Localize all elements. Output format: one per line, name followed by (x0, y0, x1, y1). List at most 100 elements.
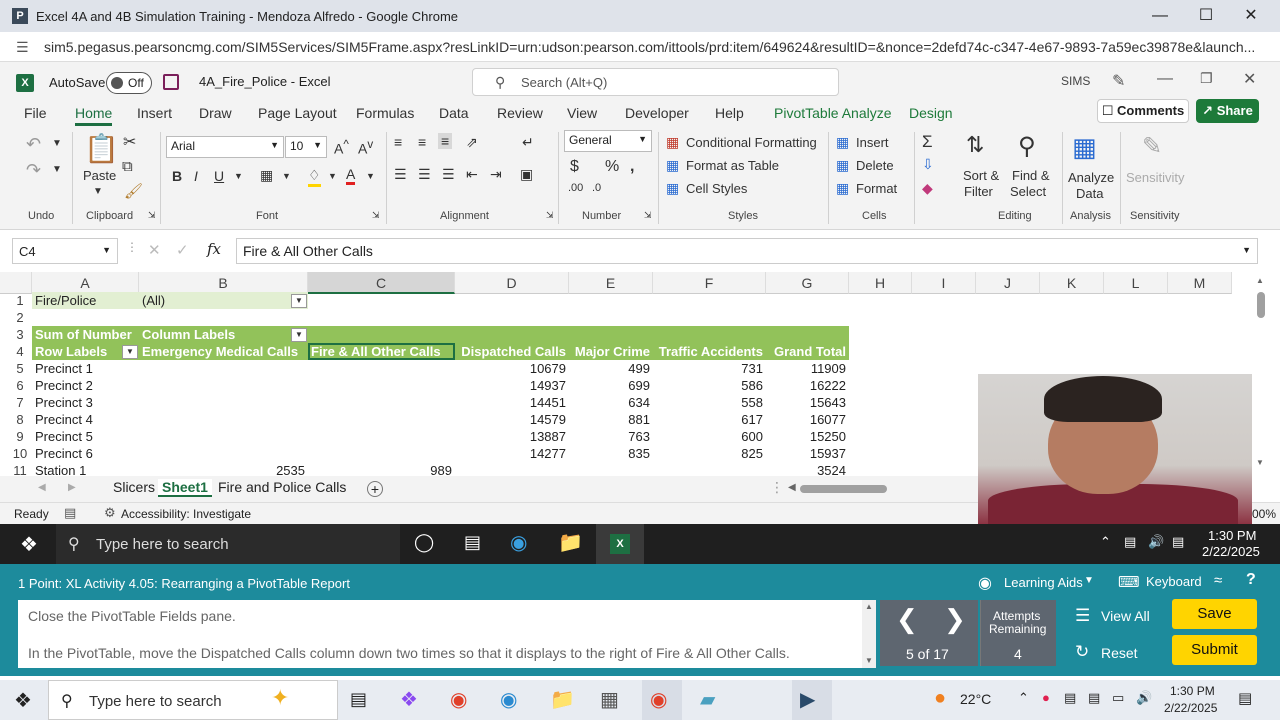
cell-traffic-accidents[interactable]: 617 (653, 411, 766, 428)
taskbar-search-input[interactable]: ⚲ Type here to search (56, 524, 400, 564)
find-select-button-line2[interactable]: Select (1010, 184, 1046, 199)
tab-help[interactable]: Help (715, 105, 744, 121)
cell-b1[interactable]: (All) (139, 292, 308, 309)
tab-file[interactable]: File (24, 105, 47, 121)
wrap-text-icon[interactable]: ↵ (522, 134, 534, 151)
edge-icon[interactable]: ◉ (510, 530, 527, 555)
tray-chevron-icon[interactable]: ⌃ (1018, 690, 1029, 706)
close-icon[interactable]: ✕ (1228, 0, 1274, 32)
file-explorer-icon[interactable]: 📁 (550, 687, 575, 712)
cell-fire-other[interactable] (308, 394, 455, 411)
analyze-data-button-line2[interactable]: Data (1076, 186, 1103, 201)
format-as-table-button[interactable]: Format as Table (686, 158, 779, 173)
learning-aids-button[interactable]: Learning Aids (1004, 575, 1083, 590)
submit-button[interactable]: Submit (1172, 635, 1257, 665)
horizontal-scrollbar-thumb[interactable] (800, 485, 887, 493)
sheet-tab-sheet1[interactable]: Sheet1 (158, 479, 212, 497)
cell-dispatched[interactable]: 13887 (455, 428, 569, 445)
sort-filter-icon[interactable]: ⇅ (966, 132, 984, 158)
redo-icon[interactable]: ↷ (26, 160, 41, 181)
name-box[interactable]: C4 ▼ (12, 238, 118, 264)
excel-taskbar-button[interactable]: X (596, 524, 644, 564)
align-bottom-icon[interactable]: ≡ (438, 133, 453, 149)
cortana-icon[interactable]: ◯ (414, 532, 434, 553)
accessibility-icon[interactable]: ⚙ (104, 505, 116, 521)
maximize-icon[interactable]: ☐ (1183, 0, 1229, 32)
row-header[interactable]: 1 (8, 292, 32, 309)
row-header[interactable]: 3 (8, 326, 32, 343)
reset-button[interactable]: Reset (1101, 645, 1138, 661)
analyze-data-icon[interactable]: ▦ (1072, 132, 1097, 163)
view-all-icon[interactable]: ☰ (1075, 606, 1090, 626)
column-header[interactable]: G (766, 272, 849, 294)
row-label[interactable]: Precinct 3 (32, 394, 139, 411)
display-icon[interactable]: ▤ (1088, 690, 1100, 706)
column-header[interactable]: H (849, 272, 912, 294)
decrease-font-icon[interactable]: Av (358, 138, 373, 157)
cell-c4-selected[interactable]: Fire & All Other Calls (308, 343, 455, 360)
chrome-icon[interactable]: ◉ (450, 687, 467, 712)
cell-emergency-medical[interactable] (139, 428, 308, 445)
row-label[interactable]: Station 1 (32, 462, 139, 476)
format-button[interactable]: Format (856, 181, 897, 196)
italic-icon[interactable]: I (194, 168, 198, 184)
fill-color-icon[interactable]: ♢ (308, 167, 321, 187)
increase-indent-icon[interactable]: ⇥ (490, 166, 502, 183)
find-select-button[interactable]: Find & (1012, 168, 1050, 183)
vertical-scrollbar-thumb[interactable] (1257, 292, 1265, 318)
notification-icon[interactable]: ▤ (1238, 689, 1252, 707)
sort-filter-button[interactable]: Sort & (963, 168, 999, 183)
tray-chevron-icon[interactable]: ⌃ (1100, 534, 1111, 550)
cell-grand-total[interactable]: 15643 (766, 394, 849, 411)
undo-dropdown-icon[interactable]: ▼ (52, 138, 62, 149)
tab-view[interactable]: View (567, 105, 597, 121)
cell-grand-total[interactable]: 15937 (766, 445, 849, 462)
cell-fire-other[interactable]: 989 (308, 462, 455, 476)
row-label[interactable]: Precinct 6 (32, 445, 139, 462)
conditional-formatting-icon[interactable]: ▦ (666, 134, 679, 151)
pen-icon[interactable]: ✎ (1112, 71, 1125, 91)
paste-icon[interactable]: 📋 (84, 132, 119, 165)
row-labels-filter-icon[interactable]: ▼ (122, 345, 138, 359)
task-view-icon[interactable]: ▤ (464, 532, 481, 553)
row-label[interactable]: Precinct 1 (32, 360, 139, 377)
cell-dispatched[interactable] (455, 462, 569, 476)
insert-cells-icon[interactable]: ▦ (836, 134, 849, 151)
format-cells-icon[interactable]: ▦ (836, 180, 849, 197)
column-header[interactable]: F (653, 272, 766, 294)
column-header[interactable]: K (1040, 272, 1104, 294)
cell-grand-total[interactable]: 16222 (766, 377, 849, 394)
remote-app-button[interactable]: ▶ (792, 680, 832, 720)
cell-f4[interactable]: Traffic Accidents (653, 343, 766, 360)
select-all[interactable] (0, 272, 32, 294)
notification-icon[interactable]: ▤ (1172, 534, 1184, 550)
cell-emergency-medical[interactable]: 2535 (139, 462, 308, 476)
row-header[interactable]: 6 (8, 377, 32, 394)
row-header[interactable]: 10 (8, 445, 32, 462)
underline-icon[interactable]: U (214, 168, 224, 184)
column-header[interactable]: D (455, 272, 569, 294)
redo-dropdown-icon[interactable]: ▼ (52, 164, 62, 175)
tab-draw[interactable]: Draw (199, 105, 232, 121)
enter-icon[interactable]: ✓ (176, 241, 189, 259)
cell-fire-other[interactable] (308, 428, 455, 445)
cell-dispatched[interactable]: 10679 (455, 360, 569, 377)
file-explorer-icon[interactable]: 📁 (558, 530, 583, 555)
store-icon[interactable]: ▦ (600, 687, 619, 712)
site-info-icon[interactable]: ☰ (16, 39, 29, 56)
cut-icon[interactable]: ✂ (123, 132, 136, 152)
macro-recording-icon[interactable]: ▤ (64, 505, 76, 521)
cell-e4[interactable]: Major Crime (569, 343, 653, 360)
alignment-launcher-icon[interactable]: ⇲ (546, 210, 554, 221)
tab-splitter-icon[interactable]: ⋮ (770, 479, 784, 496)
cell-styles-button[interactable]: Cell Styles (686, 181, 747, 196)
cell-emergency-medical[interactable] (139, 411, 308, 428)
decrease-decimal-icon[interactable]: .0 (592, 182, 601, 194)
decrease-indent-icon[interactable]: ⇤ (466, 166, 478, 183)
number-format-select[interactable]: General ▼ (564, 130, 652, 152)
insert-function-icon[interactable]: fx (207, 240, 221, 258)
scroll-up-icon[interactable]: ▲ (1256, 276, 1264, 290)
underline-dropdown-icon[interactable]: ▼ (234, 171, 243, 181)
row-label[interactable]: Precinct 2 (32, 377, 139, 394)
paste-label[interactable]: Paste (83, 168, 116, 183)
